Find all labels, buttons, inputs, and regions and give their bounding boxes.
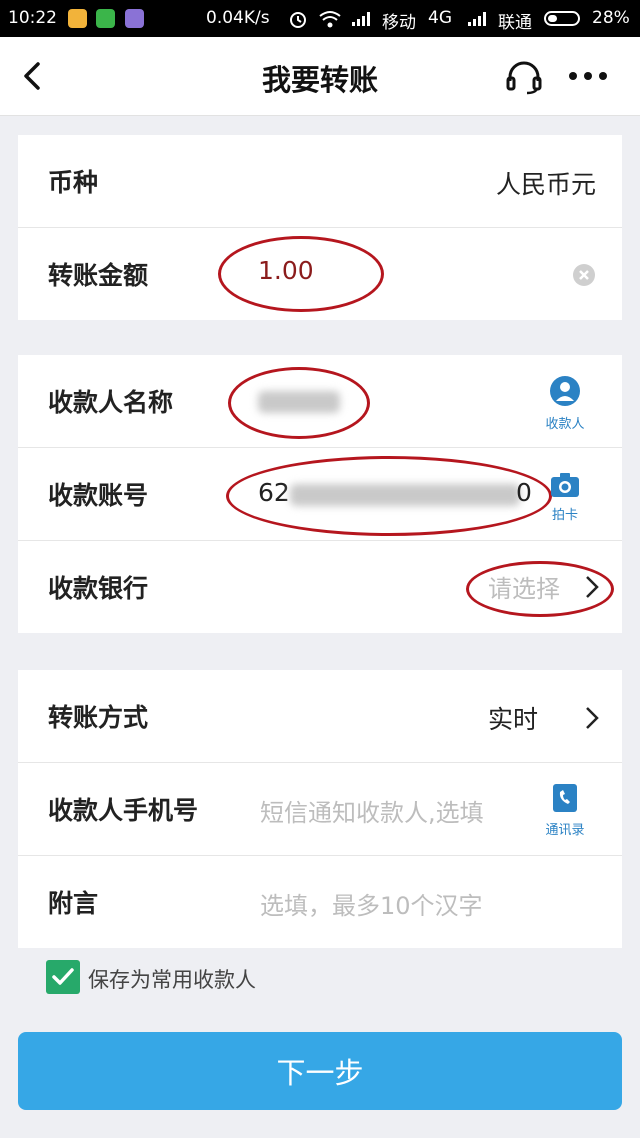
network-speed: 0.04K/s xyxy=(206,8,270,28)
network-type: 4G xyxy=(428,8,452,28)
page-title: 我要转账 xyxy=(261,63,378,97)
headset-icon[interactable] xyxy=(505,59,543,95)
save-payee-label: 保存为常用收款人 xyxy=(88,968,256,992)
currency-value: 人民币元 xyxy=(495,170,596,199)
more-dots-icon[interactable] xyxy=(568,71,608,81)
battery-icon xyxy=(544,11,580,26)
wechat-icon xyxy=(96,9,115,28)
checkmark-icon xyxy=(52,968,74,985)
wifi-icon xyxy=(319,11,341,28)
scan-card-button[interactable]: 拍卡 xyxy=(530,472,600,523)
amount-row: 转账金额 1.00 xyxy=(18,228,622,320)
payee-contact-button[interactable]: 收款人 xyxy=(530,375,600,432)
camera-icon-label: 拍卡 xyxy=(551,508,578,523)
phone-row: 收款人手机号 短信通知收款人,选填 通讯录 xyxy=(18,763,622,856)
payee-name-row: 收款人名称 收款人 xyxy=(18,355,622,448)
bank-label: 收款银行 xyxy=(48,574,149,603)
signal-icon xyxy=(468,12,490,26)
chevron-right-icon xyxy=(586,707,599,729)
payee-icon-label: 收款人 xyxy=(545,417,585,432)
annotation-circle xyxy=(226,456,552,536)
notification-app-icon xyxy=(68,9,87,28)
annotation-circle xyxy=(228,367,370,439)
currency-row[interactable]: 币种 人民币元 xyxy=(18,135,622,228)
contacts-book-icon xyxy=(553,784,577,812)
contacts-icon-label: 通讯录 xyxy=(545,823,585,838)
note-row: 附言 选填，最多10个汉字 xyxy=(18,856,622,948)
payee-name-label: 收款人名称 xyxy=(48,388,174,417)
note-input[interactable]: 选填，最多10个汉字 xyxy=(260,886,483,921)
signal-icon xyxy=(352,12,374,26)
person-icon xyxy=(550,376,580,406)
amount-card: 币种 人民币元 转账金额 1.00 xyxy=(18,135,622,320)
carrier-label: 移动 xyxy=(382,13,416,33)
save-payee-checkbox[interactable] xyxy=(46,960,80,994)
method-row[interactable]: 转账方式 实时 xyxy=(18,670,622,763)
next-step-button[interactable]: 下一步 xyxy=(18,1032,622,1110)
contacts-button[interactable]: 通讯录 xyxy=(530,783,600,838)
nav-bar: 我要转账 xyxy=(0,37,640,116)
notification-app-icon xyxy=(125,9,144,28)
status-bar: 10:22 0.04K/s 移动 4G 联通 28% xyxy=(0,0,640,37)
status-time: 10:22 xyxy=(8,8,57,28)
currency-label: 币种 xyxy=(48,168,99,197)
battery-level: 28% xyxy=(592,8,630,28)
amount-label: 转账金额 xyxy=(48,261,149,290)
phone-label: 收款人手机号 xyxy=(48,796,199,825)
note-label: 附言 xyxy=(48,889,99,918)
account-row: 收款账号 62 0 拍卡 xyxy=(18,448,622,541)
method-value: 实时 xyxy=(488,705,539,734)
phone-input[interactable]: 短信通知收款人,选填 xyxy=(260,793,484,828)
options-card: 转账方式 实时 收款人手机号 短信通知收款人,选填 通讯录 附言 选填，最多10… xyxy=(18,670,622,948)
annotation-circle xyxy=(466,561,614,617)
alarm-icon xyxy=(290,12,306,28)
carrier-label: 联通 xyxy=(498,13,532,33)
annotation-circle xyxy=(218,236,384,312)
clear-icon[interactable] xyxy=(572,263,596,287)
payee-card: 收款人名称 收款人 收款账号 62 0 拍卡 收款银行 请选择 xyxy=(18,355,622,633)
bank-row[interactable]: 收款银行 请选择 xyxy=(18,541,622,633)
account-label: 收款账号 xyxy=(48,481,149,510)
camera-icon xyxy=(551,473,579,497)
method-label: 转账方式 xyxy=(48,703,149,732)
